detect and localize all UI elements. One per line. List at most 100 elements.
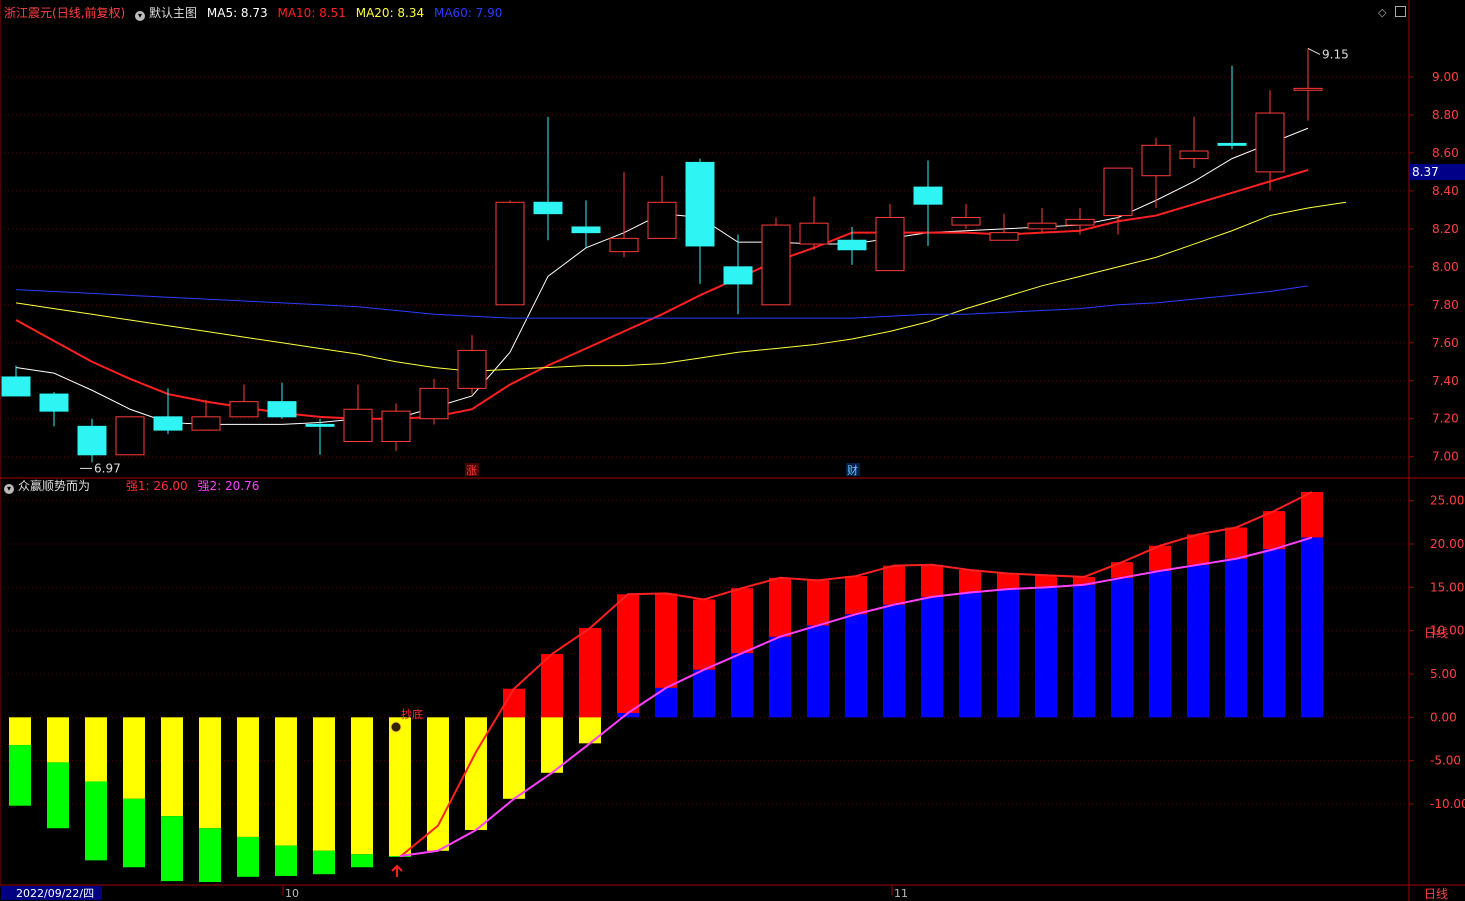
indicator-bar[interactable]	[1187, 534, 1209, 718]
indicator-bar[interactable]	[807, 580, 829, 718]
candle[interactable]	[191, 399, 221, 431]
indicator-bar[interactable]	[199, 717, 221, 882]
indicator-bar[interactable]	[997, 573, 1019, 718]
candle[interactable]	[39, 392, 69, 427]
candle[interactable]	[685, 158, 715, 284]
indicator-bar[interactable]	[1035, 575, 1057, 718]
candle[interactable]	[761, 217, 791, 306]
indicator-bar[interactable]	[883, 565, 905, 718]
event-marker-cai[interactable]: 财	[846, 463, 860, 477]
bar-red	[1035, 575, 1057, 588]
indicator-bar[interactable]	[617, 594, 639, 718]
candle[interactable]	[381, 403, 411, 452]
candle[interactable]	[1, 365, 31, 397]
indicator-bar[interactable]	[465, 717, 487, 830]
candle[interactable]	[1293, 48, 1323, 121]
indicator-bar[interactable]	[85, 717, 107, 861]
bar-yellow	[351, 717, 373, 855]
indicator-bar[interactable]	[769, 577, 791, 718]
period-label[interactable]: 日线	[1424, 887, 1448, 901]
indicator-bar[interactable]	[123, 717, 145, 868]
candle[interactable]	[533, 116, 563, 241]
candle-body	[1293, 87, 1323, 91]
candle[interactable]	[609, 171, 639, 258]
bar-red	[921, 564, 943, 597]
candle[interactable]	[267, 382, 297, 419]
candle[interactable]	[647, 175, 677, 239]
indicator-bar[interactable]	[693, 599, 715, 718]
candle[interactable]	[343, 384, 373, 443]
candle[interactable]	[229, 384, 259, 418]
candle[interactable]	[419, 378, 449, 425]
candle[interactable]	[77, 418, 107, 463]
indicator-bar[interactable]	[1263, 511, 1285, 718]
candle-body	[229, 401, 259, 418]
indicator-bar[interactable]	[1301, 492, 1323, 718]
bar-blue	[1263, 549, 1285, 718]
candle[interactable]	[495, 200, 525, 306]
indicator-bar[interactable]	[47, 717, 69, 829]
candle[interactable]	[989, 213, 1019, 241]
indicator-bar[interactable]	[9, 717, 31, 806]
indicator-bar[interactable]	[313, 717, 335, 875]
indicator-period-button[interactable]: 日线	[1424, 626, 1448, 640]
indicator-bar[interactable]	[161, 717, 183, 882]
bar-blue	[731, 653, 753, 718]
bar-green	[47, 762, 69, 829]
time-axis-month-11: 11	[894, 887, 908, 900]
bar-yellow	[579, 717, 601, 744]
indicator-bar[interactable]	[1073, 576, 1095, 718]
indicator-name[interactable]: 众赢顺势而为	[18, 479, 90, 493]
indicator-bar[interactable]	[1111, 562, 1133, 718]
indicator-bar[interactable]	[275, 717, 297, 876]
indicator-bar[interactable]	[921, 564, 943, 718]
candle[interactable]	[1141, 137, 1171, 208]
indicator-bar[interactable]	[389, 717, 411, 857]
bar-yellow	[85, 717, 107, 782]
candle[interactable]	[1255, 90, 1285, 191]
candle[interactable]	[305, 418, 335, 455]
bar-red	[997, 573, 1019, 590]
candle[interactable]	[1027, 207, 1057, 233]
bar-green	[351, 854, 373, 868]
chevron-down-icon[interactable]: ▾	[135, 11, 146, 21]
candle[interactable]	[571, 200, 601, 248]
bar-red	[693, 599, 715, 670]
candle[interactable]	[457, 335, 487, 395]
bar-blue	[1225, 558, 1247, 718]
candle[interactable]	[1179, 116, 1209, 169]
indicator-bar[interactable]	[541, 654, 563, 773]
candle[interactable]	[951, 204, 981, 229]
buy-arrow-icon	[391, 864, 403, 877]
diamond-icon[interactable]: ◇	[1378, 7, 1386, 19]
high-price-label: 9.15	[1322, 47, 1349, 61]
indicator-bar[interactable]	[237, 717, 259, 877]
candle-body	[761, 224, 791, 306]
candle[interactable]	[1217, 65, 1247, 150]
indicator-bar[interactable]	[655, 593, 677, 718]
stock-name[interactable]: 浙江震元	[4, 6, 52, 20]
candle-body	[1255, 112, 1285, 173]
bar-blue	[1149, 570, 1171, 718]
indicator-bar[interactable]	[845, 576, 867, 718]
main-chart-label[interactable]: 默认主图	[149, 6, 197, 20]
restore-window-icon[interactable]	[1395, 6, 1406, 17]
candle[interactable]	[875, 204, 905, 272]
indicator-bar[interactable]	[351, 717, 373, 868]
event-zhang-label: 涨	[466, 464, 477, 477]
bar-red	[731, 588, 753, 654]
chevron-down-icon[interactable]: ▾	[4, 484, 14, 494]
bar-red	[655, 593, 677, 688]
price-tick-label: 9.00	[1432, 70, 1459, 84]
candle[interactable]	[115, 416, 145, 456]
price-tick-label: 8.60	[1432, 146, 1459, 160]
candle[interactable]	[723, 234, 753, 315]
stock-chart[interactable]: 9.00 8.80 8.60 8.40 8.20 8.00 7.80 7.60 7.40 7.20…	[0, 0, 1465, 901]
candle-body	[875, 216, 905, 272]
indicator-bar[interactable]	[579, 628, 601, 744]
event-marker-zhang[interactable]: 涨	[465, 463, 479, 477]
indicator-axis: 25.0020.0015.0010.005.000.00-5.00-10.00	[1409, 494, 1465, 811]
ma10-label: MA10: 8.51	[277, 6, 346, 20]
candle[interactable]	[799, 196, 829, 250]
indicator-bar[interactable]	[503, 688, 525, 799]
